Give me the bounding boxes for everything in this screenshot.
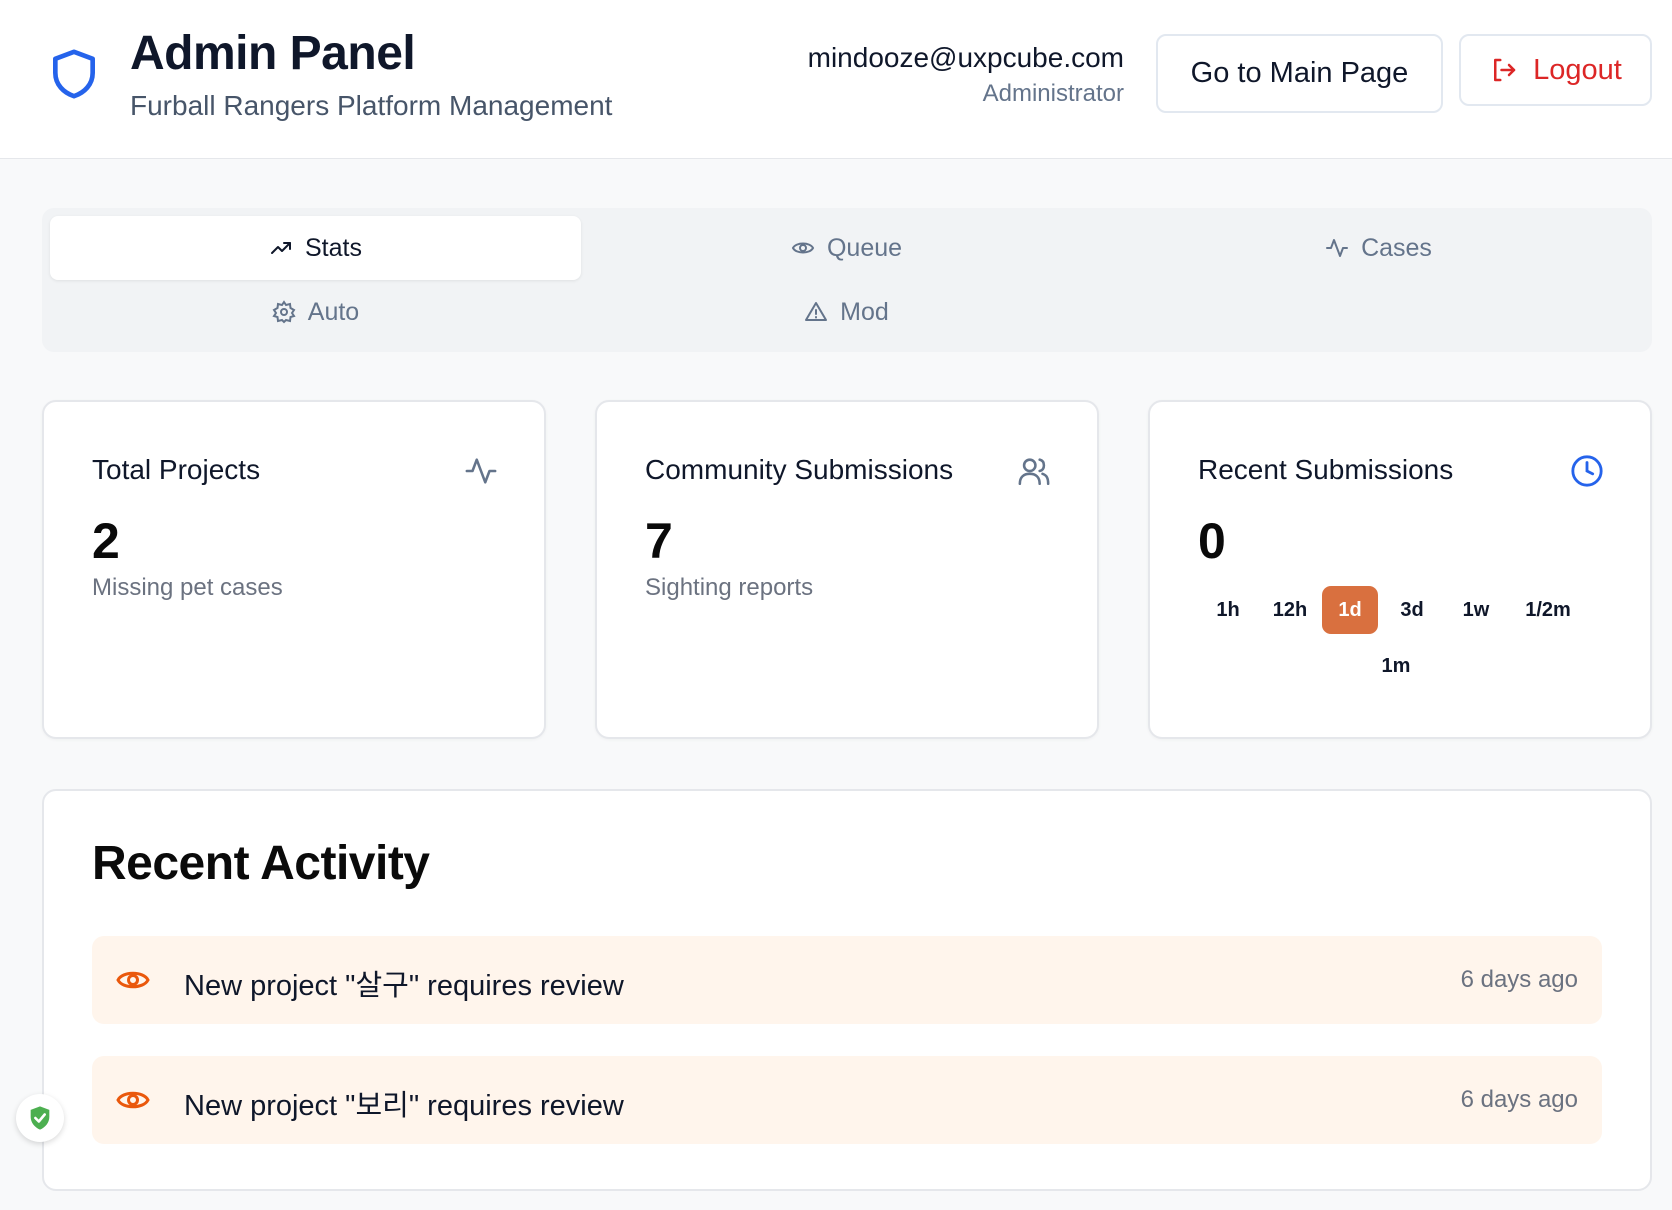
tab-cases[interactable]: Cases	[1113, 216, 1644, 280]
stat-value: 2	[92, 513, 120, 569]
stat-description: Sighting reports	[645, 574, 814, 601]
page-subtitle: Furball Rangers Platform Management	[130, 90, 613, 121]
range-option-12h[interactable]: 12h	[1262, 586, 1318, 634]
range-option-1d[interactable]: 1d	[1322, 586, 1378, 634]
tab-auto[interactable]: Auto	[50, 280, 581, 344]
activity-time: 6 days ago	[1460, 966, 1578, 993]
eye-icon	[791, 242, 815, 254]
stat-title: Recent Submissions	[1198, 454, 1454, 485]
go-to-main-page-label: Go to Main Page	[1190, 57, 1409, 89]
tab-label: Stats	[305, 233, 362, 262]
admin-tabs: Stats Queue Cases Auto Mod	[42, 208, 1652, 352]
tab-stats[interactable]: Stats	[50, 216, 581, 280]
activity-time: 6 days ago	[1460, 1086, 1578, 1113]
app-header: Admin Panel Furball Rangers Platform Man…	[0, 0, 1672, 159]
range-option-1w[interactable]: 1w	[1446, 586, 1506, 634]
activity-icon	[1326, 239, 1349, 257]
eye-icon	[116, 1091, 150, 1109]
activity-text: New project "살구" requires review	[184, 970, 624, 1002]
range-option-3d[interactable]: 3d	[1382, 586, 1442, 634]
logout-icon	[1494, 58, 1516, 82]
warning-icon	[805, 302, 828, 321]
stat-card-total-projects: Total Projects 2 Missing pet cases	[42, 400, 546, 739]
range-option-1h[interactable]: 1h	[1198, 586, 1258, 634]
user-role: Administrator	[982, 80, 1124, 107]
stat-description: Missing pet cases	[92, 574, 283, 601]
activity-item[interactable]: New project "보리" requires review 6 days …	[92, 1056, 1602, 1144]
activity-text: New project "보리" requires review	[184, 1090, 624, 1122]
range-option-1m[interactable]: 1m	[1366, 642, 1426, 690]
stat-card-community-submissions: Community Submissions 7 Sighting reports	[595, 400, 1099, 739]
tab-label: Auto	[307, 297, 360, 326]
tab-label: Mod	[840, 297, 889, 326]
shield-check-icon	[30, 1106, 50, 1130]
shield-icon	[53, 49, 95, 99]
stat-value: 0	[1198, 513, 1226, 569]
logout-button[interactable]: Logout	[1459, 34, 1652, 106]
go-to-main-page-button[interactable]: Go to Main Page	[1156, 34, 1443, 113]
activity-item[interactable]: New project "살구" requires review 6 days …	[92, 936, 1602, 1024]
stat-title: Total Projects	[92, 454, 261, 485]
trending-up-icon	[271, 242, 291, 254]
users-icon	[1018, 458, 1050, 486]
range-option-half-month[interactable]: 1/2m	[1510, 586, 1586, 634]
gear-icon	[272, 300, 296, 324]
recent-activity-panel: Recent Activity New project "살구" require…	[42, 789, 1652, 1191]
eye-icon	[116, 971, 150, 989]
stat-value: 7	[645, 513, 673, 569]
tab-label: Queue	[826, 233, 903, 262]
user-email: mindooze@uxpcube.com	[807, 42, 1124, 73]
tab-label: Cases	[1361, 233, 1432, 262]
section-title: Recent Activity	[92, 837, 430, 890]
stat-card-recent-submissions: Recent Submissions 0 1h 12h 1d 3d 1w 1/2…	[1148, 400, 1652, 739]
stat-title: Community Submissions	[645, 454, 954, 485]
clock-icon	[1571, 455, 1603, 487]
tab-queue[interactable]: Queue	[581, 216, 1112, 280]
page-title: Admin Panel	[130, 27, 416, 80]
logout-label: Logout	[1533, 53, 1622, 86]
activity-icon	[465, 458, 497, 484]
security-badge[interactable]	[16, 1094, 64, 1142]
tab-mod[interactable]: Mod	[581, 280, 1112, 344]
